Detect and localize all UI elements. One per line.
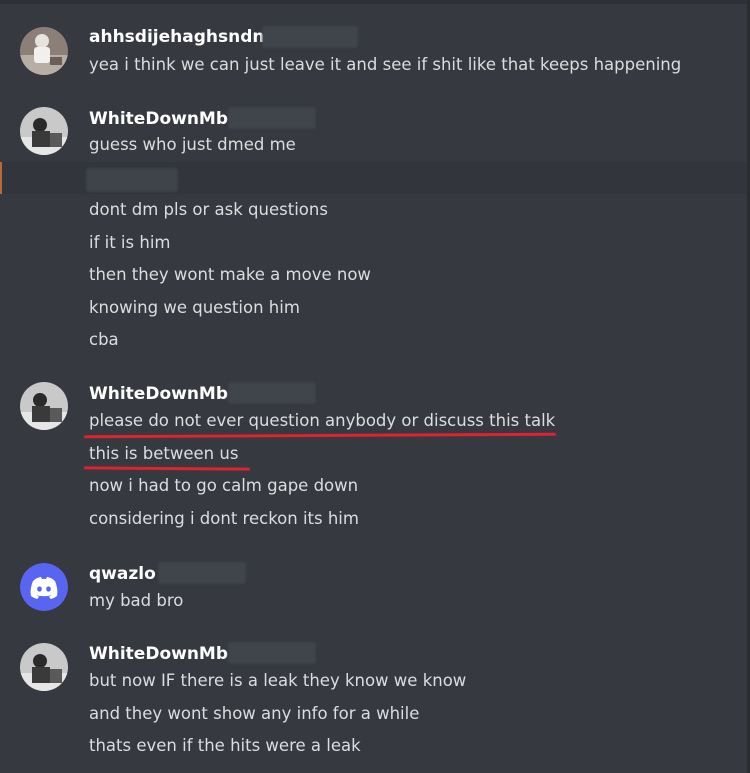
message-line: now i had to go calm gape down xyxy=(89,476,359,495)
discord-default-avatar-icon[interactable] xyxy=(20,563,68,611)
user-photo-avatar-icon[interactable] xyxy=(20,382,68,430)
user-photo-avatar-icon[interactable] xyxy=(20,107,68,155)
user-photo-avatar-icon[interactable] xyxy=(20,643,68,691)
message-line: but now IF there is a leak they know we … xyxy=(89,671,467,690)
message-author[interactable]: ahhsdijehaghsndnd xyxy=(89,26,277,48)
user-photo-avatar-icon[interactable] xyxy=(20,27,68,75)
message-author[interactable]: qwazlo xyxy=(89,563,156,585)
message-line: dont dm pls or ask questions xyxy=(89,200,328,219)
message-line: thats even if the hits were a leak xyxy=(89,736,361,755)
message-author[interactable]: WhiteDownMb xyxy=(89,643,228,665)
message-line: cba xyxy=(89,330,119,349)
redacted-timestamp xyxy=(228,642,316,664)
message-line: guess who just dmed me xyxy=(89,135,296,154)
hover-marker xyxy=(0,162,2,194)
red-underline-annotation xyxy=(83,466,251,471)
redacted-timestamp xyxy=(228,107,316,129)
redacted-timestamp xyxy=(228,382,316,404)
message-line: knowing we question him xyxy=(89,298,300,317)
top-edge xyxy=(0,0,750,4)
red-underline-annotation xyxy=(83,432,557,439)
message-line: considering i dont reckon its him xyxy=(89,509,359,528)
message-line: yea i think we can just leave it and see… xyxy=(89,55,682,74)
message-author[interactable]: WhiteDownMb xyxy=(89,383,228,405)
redacted-attachment xyxy=(86,168,178,192)
message-author[interactable]: WhiteDownMb xyxy=(89,108,228,130)
message-line: then they wont make a move now xyxy=(89,265,371,284)
redacted-timestamp xyxy=(158,562,246,584)
redacted-timestamp xyxy=(262,26,358,48)
message-line: my bad bro xyxy=(89,591,184,610)
message-line: if it is him xyxy=(89,233,171,252)
chat-frame: ahhsdijehaghsndnd yea i think we can jus… xyxy=(0,0,750,773)
message-line: please do not ever question anybody or d… xyxy=(89,411,556,430)
message-line: and they wont show any info for a while xyxy=(89,704,420,723)
message-line: this is between us xyxy=(89,444,239,463)
